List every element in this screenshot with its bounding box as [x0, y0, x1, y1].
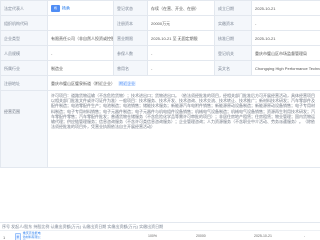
share-ratio: 100% — [148, 234, 157, 238]
nearby-tag[interactable]: 附近企业 — [118, 80, 137, 86]
subscribed-amount: 20000 — [196, 234, 206, 238]
company-type-label: 企业类型 — [0, 30, 48, 46]
subscribed-date: 2025-10-21 — [254, 234, 272, 238]
approval-label: 核准日期 — [214, 30, 252, 46]
industry-label: 所属行业 — [0, 60, 48, 76]
insured-value: - — [147, 45, 215, 61]
address-label: 注册地址 — [0, 75, 48, 91]
insured-label: 参保人数 — [113, 45, 148, 61]
avatar: 杨 — [51, 4, 60, 12]
company-info-table: 法定代表人 杨杨勇 登记状态 存续（在营、开业、在册） 成立日期 2025-10… — [0, 0, 320, 168]
table-row[interactable]: 1 重 重庆高性能电池材料有限公司 100% 20000 2025-10-21 … — [0, 230, 320, 240]
reg-capital-label: 注册资本 — [113, 15, 148, 31]
english-name-value: Chongqing High Performance Technology Co… — [251, 60, 320, 76]
reg-status-value: 存续（在营、开业、在册） — [147, 0, 215, 16]
former-name-label: 曾用名 — [113, 60, 148, 76]
company-icon: 重 — [15, 232, 21, 240]
paid-capital-value: - — [251, 15, 320, 31]
row-number: 1 — [3, 234, 6, 240]
legal-rep-value[interactable]: 杨杨勇 — [47, 0, 114, 16]
term-value: 2025-10-21 至 无固定期限 — [147, 30, 215, 46]
approval-value: 2025-10-21 — [251, 30, 320, 46]
address-value[interactable]: 重庆市璧山区璧泉街道（附近企业） 附近企业 — [47, 75, 320, 91]
scope-label: 经营范围 — [0, 90, 48, 168]
shareholder-header: 序号 发起人/股东 持股比例 认缴出资额(万元) 认缴出资日期 实缴出资额(万元… — [0, 222, 320, 230]
shareholder-company[interactable]: 重 重庆高性能电池材料有限公司 — [15, 231, 43, 240]
shareholder-link[interactable]: 重庆高性能电池材料有限公司 — [23, 231, 43, 240]
authority-label: 登记机关 — [214, 45, 252, 61]
scope-value: 许可项目：道路货物运输（不含危险货物）；技术进出口；货物进出口。（依法须经批准的… — [47, 90, 320, 168]
reg-status-label: 登记状态 — [113, 0, 148, 16]
english-name-label: 英文名 — [214, 60, 252, 76]
term-label: 营业期限 — [113, 30, 148, 46]
former-name-value: - — [147, 60, 215, 76]
company-type-value: 有限责任公司（非自然人投资或控股的法人独资） — [47, 30, 114, 46]
reg-capital-value: 20000万元 — [147, 15, 215, 31]
established-value: 2025-10-21 — [251, 0, 320, 16]
industry-value: 制造业 — [47, 60, 114, 76]
org-code-value — [47, 15, 114, 31]
paid-amount: - — [304, 234, 306, 238]
legal-rep-label: 法定代表人 — [0, 0, 48, 16]
org-code-label: 组织机构代码 — [0, 15, 48, 31]
staff-label: 人员规模 — [0, 45, 48, 61]
staff-value: - — [47, 45, 114, 61]
shareholder-section: 序号 发起人/股东 持股比例 认缴出资额(万元) 认缴出资日期 实缴出资额(万元… — [0, 222, 320, 240]
company-info-page: { "info": { "legal_rep_label": "法定代表人", … — [0, 0, 320, 240]
legal-rep-link[interactable]: 杨勇 — [62, 5, 70, 10]
paid-capital-label: 实缴资本 — [214, 15, 252, 31]
authority-value: 重庆市璧山区市场监督管理局 — [251, 45, 320, 61]
established-label: 成立日期 — [214, 0, 252, 16]
